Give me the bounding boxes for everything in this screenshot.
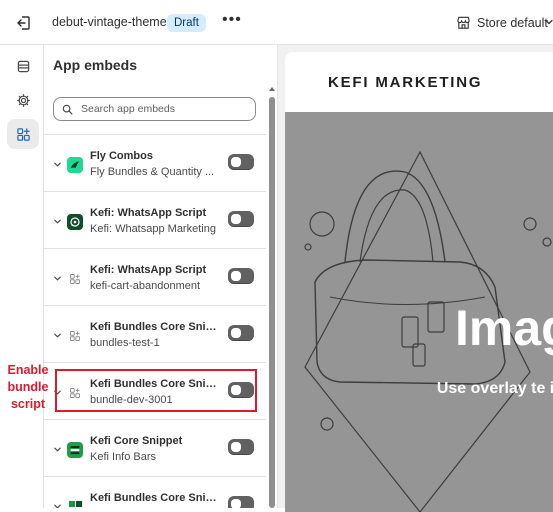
fly-combos-icon (67, 157, 83, 173)
storefront-preview-area: KEFI MARKETING Imag Use overlay te imag (278, 45, 553, 512)
app-embed-source: Fly Bundles & Quantity ... (90, 166, 215, 178)
chevron-down-icon[interactable] (53, 160, 62, 169)
chevron-down-icon[interactable] (53, 217, 62, 226)
sections-icon (17, 60, 29, 72)
store-icon (457, 16, 470, 29)
app-embed-icon (16, 127, 30, 141)
chevron-down-icon[interactable] (53, 445, 62, 454)
whatsapp-icon (67, 214, 83, 230)
list-item: Kefi Bundles Core Snip... bundles-test-1 (44, 306, 266, 363)
theme-settings-button[interactable] (7, 85, 39, 115)
app-block-icon (67, 271, 83, 287)
hero-title: Imag (455, 300, 553, 356)
scroll-up-arrow-icon[interactable] (268, 85, 276, 93)
editor-side-rail (0, 45, 44, 508)
list-item: Kefi: WhatsApp Script kefi-cart-abandonm… (44, 249, 266, 306)
annotation-highlight-box (55, 369, 257, 412)
search-icon (62, 104, 73, 115)
search-box[interactable] (53, 97, 256, 121)
theme-name: debut-vintage-theme (52, 15, 167, 29)
embed-toggle[interactable] (228, 325, 254, 341)
panel-title: App embeds (53, 57, 138, 73)
embed-toggle[interactable] (228, 211, 254, 227)
list-item: Fly Combos Fly Bundles & Quantity ... (44, 135, 266, 192)
hero-subtitle: Use overlay te imag (436, 380, 553, 397)
store-selector[interactable]: Store default (477, 16, 548, 30)
exit-icon[interactable] (14, 13, 34, 33)
app-embed-source: kefi-cart-abandonment (90, 280, 201, 292)
embed-toggle[interactable] (228, 439, 254, 455)
list-item: Kefi Bundles Core Snip... (44, 477, 266, 508)
gear-icon (16, 93, 30, 107)
app-embed-name: Kefi: WhatsApp Script (90, 264, 207, 276)
info-bars-icon (67, 442, 83, 458)
draft-badge: Draft (167, 14, 206, 32)
app-embed-source: bundles-test-1 (90, 337, 160, 349)
embed-toggle[interactable] (228, 154, 254, 170)
hero-image-banner[interactable]: Imag Use overlay te imag (285, 112, 553, 512)
chevron-down-icon[interactable] (53, 274, 62, 283)
top-bar: debut-vintage-theme Draft ••• Store defa… (0, 0, 553, 45)
search-input[interactable] (81, 100, 251, 118)
annotation-label: Enable bundle script (7, 363, 49, 411)
app-embed-name: Kefi Core Snippet (90, 435, 183, 447)
panel-scrollbar[interactable] (268, 85, 276, 508)
embed-toggle[interactable] (228, 496, 254, 508)
sections-button[interactable] (7, 51, 39, 81)
store-brand-logo[interactable]: KEFI MARKETING (328, 74, 482, 91)
app-embed-name: Kefi: WhatsApp Script (90, 207, 207, 219)
app-embed-name: Fly Combos (90, 150, 153, 162)
embed-toggle[interactable] (228, 268, 254, 284)
app-embed-name: Kefi Bundles Core Snip... (90, 321, 220, 333)
app-embed-source: Kefi: Whatsapp Marketing (90, 223, 216, 235)
app-block-icon (67, 328, 83, 344)
scrollbar-thumb[interactable] (269, 97, 275, 508)
list-item: Kefi: WhatsApp Script Kefi: Whatsapp Mar… (44, 192, 266, 249)
chevron-down-icon[interactable] (53, 331, 62, 340)
chevron-down-icon[interactable] (544, 17, 553, 27)
chevron-down-icon[interactable] (53, 502, 62, 508)
list-item: Kefi Core Snippet Kefi Info Bars (44, 420, 266, 477)
storefront-preview: KEFI MARKETING Imag Use overlay te imag (285, 52, 553, 512)
more-actions-button[interactable]: ••• (222, 11, 242, 29)
bundles-icon (67, 499, 83, 508)
app-embeds-panel: App embeds Fly Combos Fly Bundles & Quan… (44, 45, 278, 508)
app-embed-name: Kefi Bundles Core Snip... (90, 492, 220, 504)
app-embed-source: Kefi Info Bars (90, 451, 157, 463)
app-embeds-button[interactable] (7, 119, 39, 149)
app-embed-list: Fly Combos Fly Bundles & Quantity ... Ke… (44, 134, 266, 508)
